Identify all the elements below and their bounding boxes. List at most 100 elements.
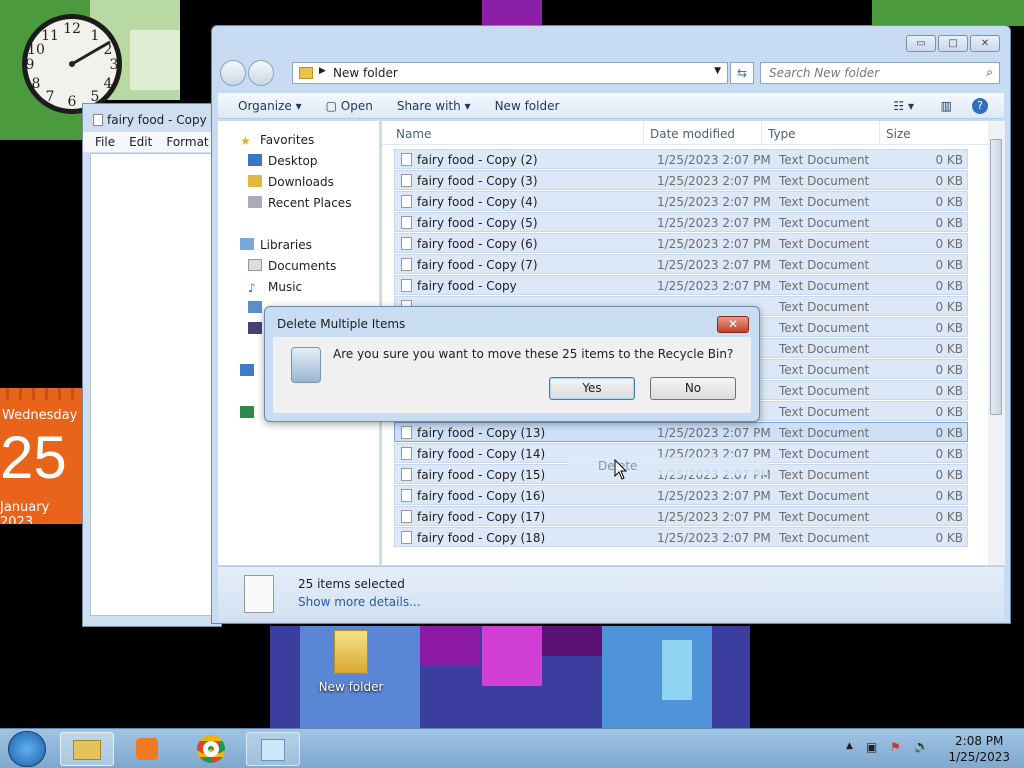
- show-hidden-icons-icon[interactable]: ▲: [846, 741, 853, 751]
- taskbar-media-player[interactable]: [120, 732, 174, 766]
- file-row[interactable]: fairy food - Copy (4) 1/25/2023 2:07 PM Te…: [394, 191, 968, 211]
- search-icon: ⌕: [986, 65, 993, 79]
- share-with-button[interactable]: Share with ▾: [397, 99, 471, 113]
- selected-files-icon: [244, 575, 274, 613]
- open-button[interactable]: ▢ Open: [326, 99, 373, 113]
- column-size[interactable]: Size: [880, 121, 960, 144]
- notepad-text-area[interactable]: [90, 153, 221, 616]
- file-row[interactable]: fairy food - Copy (13) 1/25/2023 2:07 PM T…: [394, 422, 968, 442]
- file-row[interactable]: fairy food - Copy (3) 1/25/2023 2:07 PM Te…: [394, 170, 968, 190]
- file-name: fairy food - Copy (5): [417, 216, 538, 230]
- file-row[interactable]: fairy food - Copy 1/25/2023 2:07 PM Text D…: [394, 275, 968, 295]
- file-row[interactable]: fairy food - Copy (6) 1/25/2023 2:07 PM Te…: [394, 233, 968, 253]
- file-size: 0 KB: [935, 300, 963, 314]
- show-more-details-link[interactable]: Show more details...: [298, 595, 421, 609]
- taskbar-clock[interactable]: 2:08 PM 1/25/2023: [948, 733, 1010, 765]
- chevron-down-icon[interactable]: ▼: [714, 66, 721, 76]
- scrollbar-thumb[interactable]: [990, 139, 1002, 415]
- file-date: 1/25/2023 2:07 PM: [657, 258, 771, 272]
- nav-favorites[interactable]: ★ Favorites: [240, 133, 314, 148]
- file-row[interactable]: fairy food - Copy (5) 1/25/2023 2:07 PM Te…: [394, 212, 968, 232]
- text-file-icon: [401, 195, 412, 208]
- new-folder-button[interactable]: New folder: [495, 99, 560, 113]
- address-bar[interactable]: ▶ New folder ▼: [292, 62, 728, 84]
- menu-format[interactable]: Format: [166, 135, 208, 152]
- file-size: 0 KB: [935, 237, 963, 251]
- action-center-icon[interactable]: ⚑: [890, 740, 901, 754]
- file-type: Text Document: [779, 321, 870, 335]
- search-input[interactable]: Search New folder ⌕: [760, 62, 1000, 84]
- calendar-gadget: Wednesday 25 January 2023: [0, 388, 82, 524]
- help-icon[interactable]: ?: [972, 97, 988, 114]
- nav-documents[interactable]: Documents: [248, 259, 336, 273]
- forward-button[interactable]: [248, 60, 274, 86]
- preview-pane-icon[interactable]: ▥: [941, 99, 952, 113]
- file-row[interactable]: fairy food - Copy (2) 1/25/2023 2:07 PM Te…: [394, 149, 968, 169]
- nav-recent-places[interactable]: Recent Places: [248, 196, 351, 210]
- nav-libraries[interactable]: Libraries: [240, 238, 312, 252]
- file-type: Text Document: [779, 216, 870, 230]
- file-row[interactable]: fairy food - Copy (7) 1/25/2023 2:07 PM Te…: [394, 254, 968, 274]
- taskbar-notepad[interactable]: [246, 732, 300, 766]
- minimize-button[interactable]: ▭: [906, 35, 936, 52]
- breadcrumb-arrow-icon: ▶: [319, 66, 326, 76]
- file-name: fairy food - Copy (17): [417, 510, 546, 524]
- nav-music[interactable]: ♪ Music: [248, 280, 302, 295]
- menu-edit[interactable]: Edit: [129, 135, 152, 152]
- folder-icon: [299, 67, 313, 79]
- view-options-icon[interactable]: ☷ ▾: [893, 99, 914, 113]
- file-row[interactable]: fairy food - Copy (17) 1/25/2023 2:07 PM T…: [394, 506, 968, 526]
- taskbar-chrome[interactable]: [184, 732, 238, 766]
- volume-icon[interactable]: 🔈: [914, 739, 929, 753]
- network-icon[interactable]: ▣: [866, 740, 877, 754]
- file-name: fairy food - Copy (13): [417, 426, 546, 440]
- taskbar-explorer[interactable]: [60, 732, 114, 766]
- file-date: 1/25/2023 2:07 PM: [657, 426, 771, 440]
- file-size: 0 KB: [935, 468, 963, 482]
- maximize-button[interactable]: □: [938, 35, 968, 52]
- text-file-icon: [401, 279, 412, 292]
- column-date-modified[interactable]: Date modified: [644, 121, 762, 144]
- back-button[interactable]: [220, 60, 246, 86]
- file-row[interactable]: fairy food - Copy (18) 1/25/2023 2:07 PM T…: [394, 527, 968, 547]
- file-date: 1/25/2023 2:07 PM: [657, 237, 771, 251]
- music-icon: ♪: [248, 281, 256, 295]
- close-button[interactable]: ✕: [970, 35, 1000, 52]
- file-size: 0 KB: [935, 405, 963, 419]
- yes-button[interactable]: Yes: [549, 377, 635, 400]
- text-file-icon: [401, 468, 412, 481]
- file-type: Text Document: [779, 405, 870, 419]
- file-type: Text Document: [779, 258, 870, 272]
- vertical-scrollbar[interactable]: [988, 121, 1005, 565]
- column-headers: Name Date modified Type Size: [382, 121, 988, 145]
- file-row[interactable]: fairy food - Copy (16) 1/25/2023 2:07 PM T…: [394, 485, 968, 505]
- file-size: 0 KB: [935, 321, 963, 335]
- text-file-icon: [401, 258, 412, 271]
- menu-file[interactable]: File: [95, 135, 115, 152]
- svg-text:1: 1: [91, 28, 100, 44]
- notepad-window[interactable]: fairy food - Copy (2 File Edit Format: [82, 103, 222, 627]
- dialog-close-button[interactable]: ✕: [717, 316, 749, 333]
- file-size: 0 KB: [935, 216, 963, 230]
- svg-text:10: 10: [27, 42, 45, 58]
- column-type[interactable]: Type: [762, 121, 880, 144]
- desktop-new-folder[interactable]: New folder: [318, 630, 384, 694]
- calendar-day: 25: [0, 424, 67, 491]
- file-size: 0 KB: [935, 174, 963, 188]
- svg-text:11: 11: [41, 28, 59, 44]
- column-name[interactable]: Name: [382, 121, 644, 144]
- start-button[interactable]: [8, 731, 46, 767]
- nav-network[interactable]: [240, 406, 260, 420]
- videos-icon: [248, 322, 262, 334]
- text-file-icon: [401, 531, 412, 544]
- no-button[interactable]: No: [650, 377, 736, 400]
- file-name: fairy food - Copy (14): [417, 447, 546, 461]
- file-size: 0 KB: [935, 510, 963, 524]
- organize-button[interactable]: Organize ▾: [238, 99, 302, 113]
- nav-downloads[interactable]: Downloads: [248, 175, 334, 189]
- file-size: 0 KB: [935, 531, 963, 545]
- refresh-button[interactable]: ⇆: [730, 62, 754, 84]
- delete-dialog[interactable]: Delete Multiple Items ✕ Are you sure you…: [264, 306, 760, 422]
- nav-desktop[interactable]: Desktop: [248, 154, 318, 168]
- nav-homegroup[interactable]: [240, 364, 260, 378]
